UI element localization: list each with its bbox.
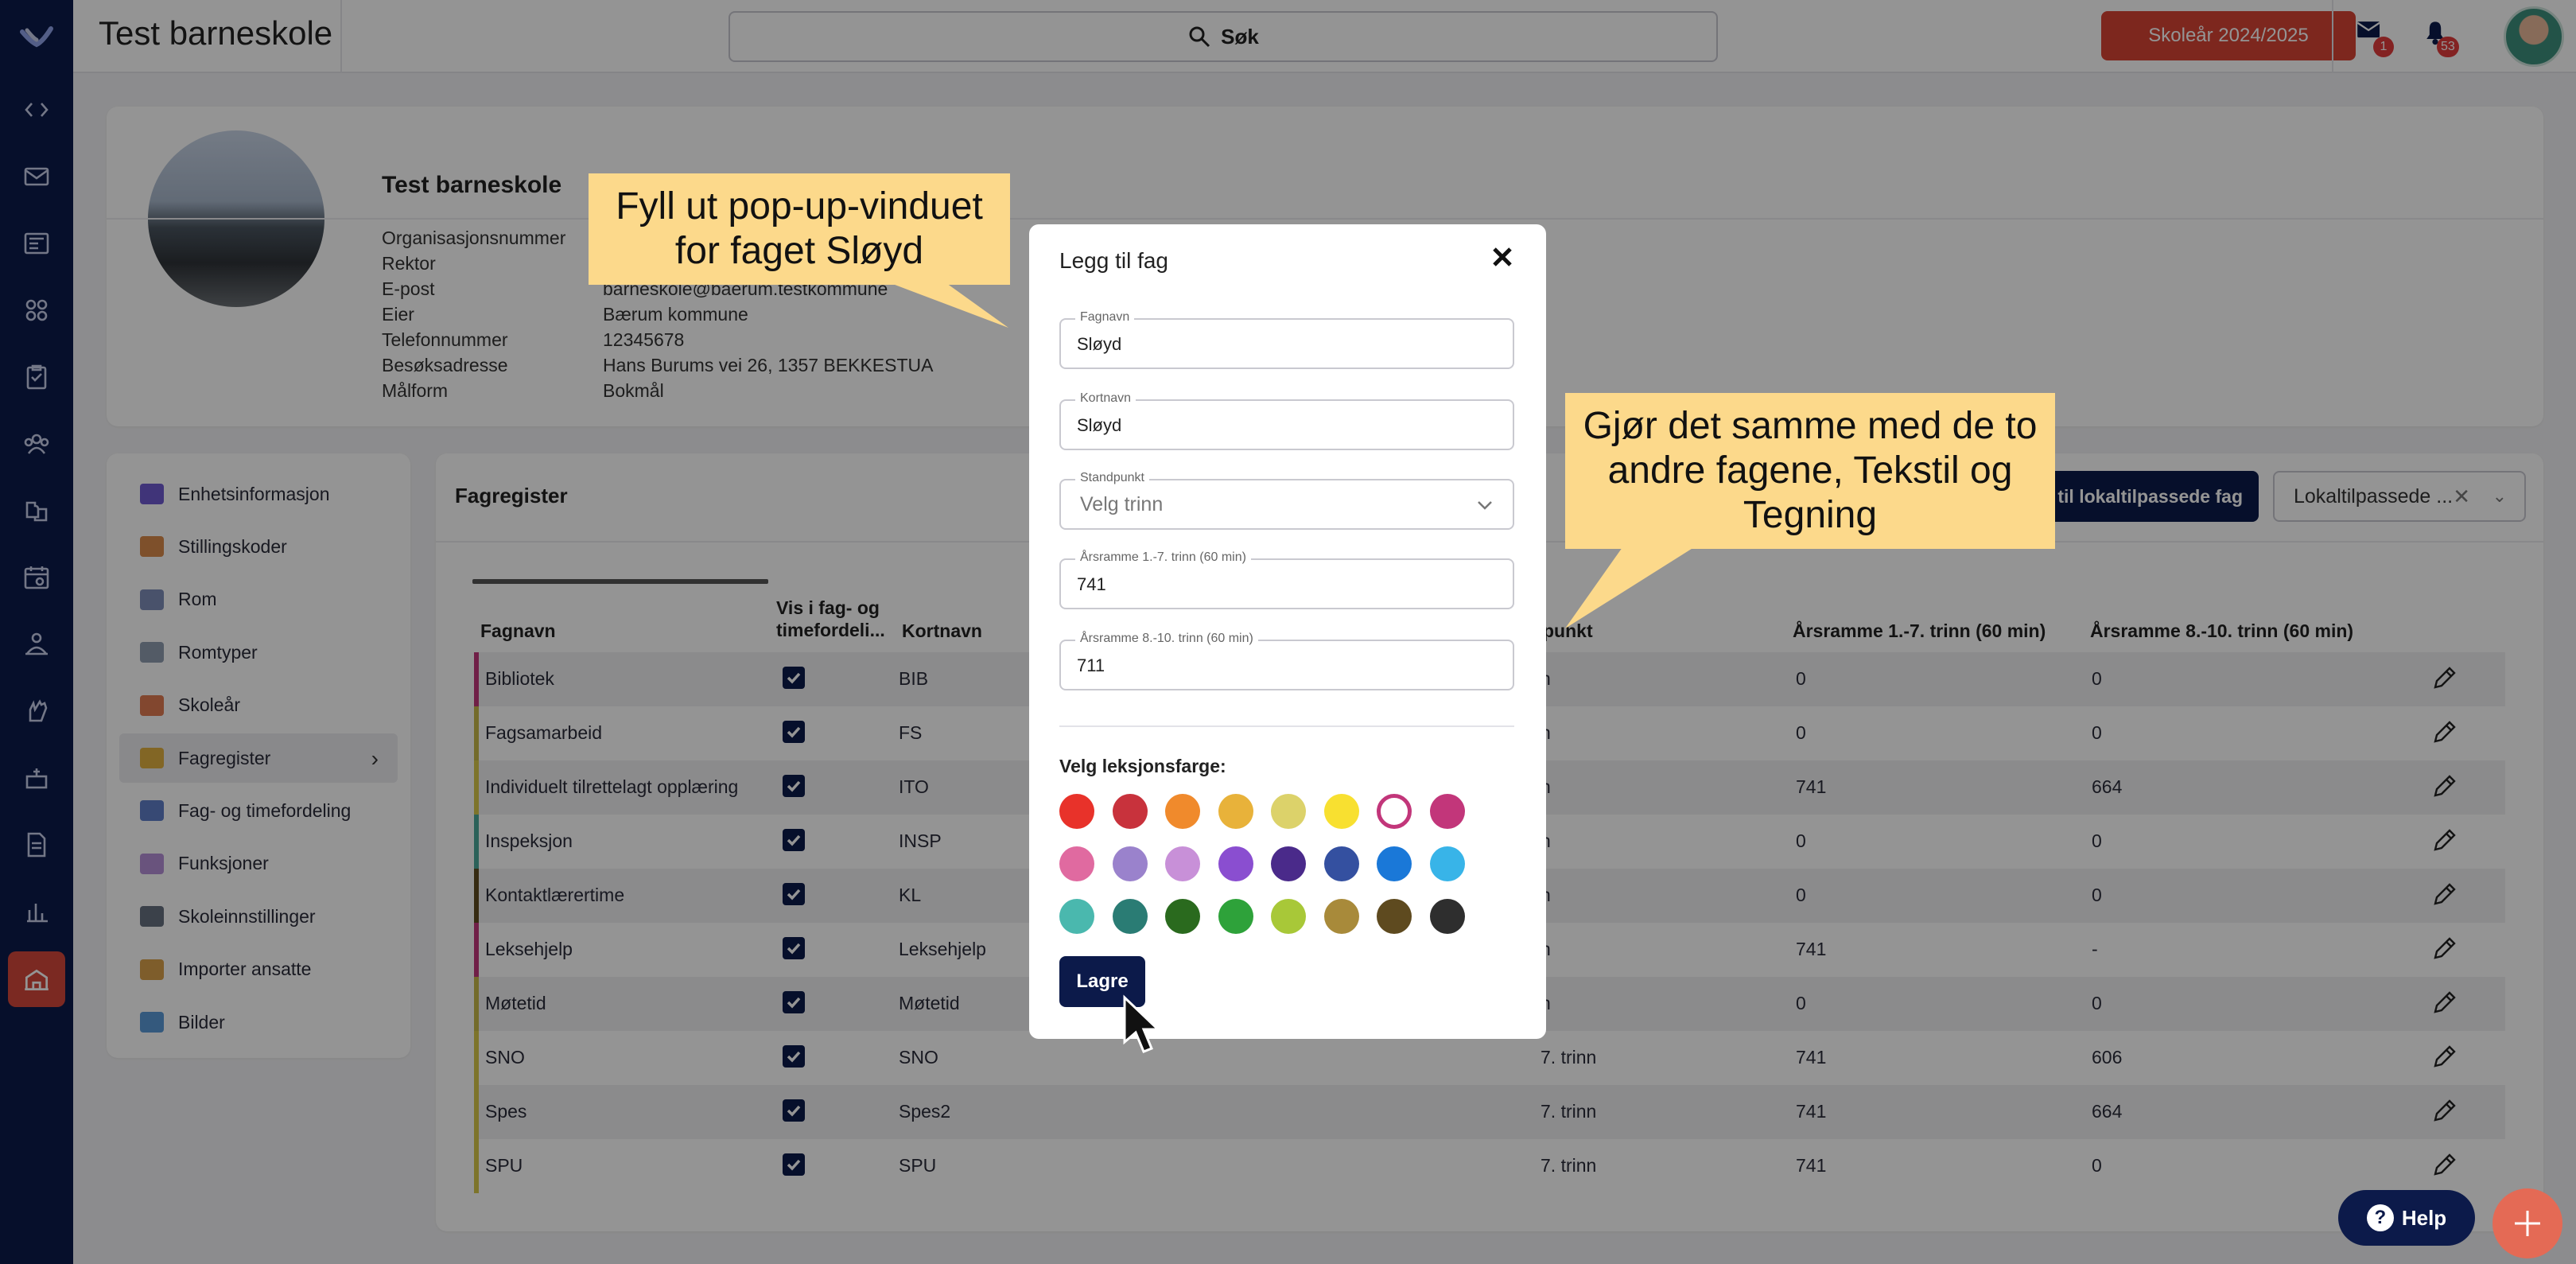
- color-swatch[interactable]: [1112, 794, 1148, 829]
- short-name-input[interactable]: [1077, 414, 1490, 438]
- help-label: Help: [2401, 1205, 2447, 1230]
- short-name-field[interactable]: Kortnavn: [1059, 391, 1514, 450]
- mouse-cursor-icon: [1123, 994, 1161, 1053]
- color-swatch[interactable]: [1218, 794, 1253, 829]
- color-swatch[interactable]: [1377, 846, 1412, 881]
- color-swatch[interactable]: [1218, 846, 1253, 881]
- color-swatch[interactable]: [1323, 846, 1359, 881]
- color-swatch[interactable]: [1165, 794, 1200, 829]
- close-button[interactable]: [1490, 245, 1519, 274]
- frame-8-10-field[interactable]: Årsramme 8.-10. trinn (60 min): [1059, 632, 1514, 690]
- color-swatch[interactable]: [1112, 846, 1148, 881]
- question-icon: ?: [2366, 1204, 2394, 1231]
- color-picker-label: Velg leksjonsfarge:: [1059, 756, 1226, 776]
- chevron-down-icon: [1478, 501, 1492, 510]
- color-swatch[interactable]: [1429, 899, 1465, 934]
- field-label: Årsramme 8.-10. trinn (60 min): [1075, 632, 1258, 646]
- color-swatch[interactable]: [1271, 794, 1306, 829]
- subject-name-field[interactable]: Fagnavn: [1059, 310, 1514, 369]
- color-swatch[interactable]: [1271, 899, 1306, 934]
- add-subject-dialog: Legg til fag Fagnavn Kortnavn Standpunkt…: [1029, 224, 1546, 1039]
- plus-icon: [2515, 1211, 2540, 1236]
- frame-1-7-input[interactable]: [1077, 573, 1490, 597]
- field-label: Standpunkt: [1075, 471, 1149, 485]
- field-label: Fagnavn: [1075, 310, 1135, 325]
- color-swatch[interactable]: [1218, 899, 1253, 934]
- color-swatch[interactable]: [1377, 899, 1412, 934]
- color-swatch[interactable]: [1059, 899, 1094, 934]
- color-swatch[interactable]: [1429, 846, 1465, 881]
- instruction-callout: Gjør det samme med de to andre fagene, T…: [1565, 393, 2055, 549]
- select-value: Velg trinn: [1080, 493, 1164, 515]
- color-swatch[interactable]: [1377, 794, 1412, 829]
- color-swatch[interactable]: [1112, 899, 1148, 934]
- divider: [1059, 725, 1514, 727]
- color-swatch[interactable]: [1429, 794, 1465, 829]
- field-label: Kortnavn: [1075, 391, 1136, 406]
- instruction-callout: Fyll ut pop-up-vinduet for faget Sløyd: [589, 173, 1010, 285]
- standpoint-select[interactable]: Standpunkt Velg trinn: [1059, 471, 1514, 530]
- subject-name-input[interactable]: [1077, 333, 1490, 356]
- color-swatch[interactable]: [1165, 846, 1200, 881]
- color-swatch[interactable]: [1323, 794, 1359, 829]
- field-label: Årsramme 1.-7. trinn (60 min): [1075, 550, 1251, 565]
- dialog-title: Legg til fag: [1059, 248, 1168, 273]
- frame-8-10-input[interactable]: [1077, 654, 1490, 678]
- add-button[interactable]: [2492, 1188, 2562, 1258]
- help-button[interactable]: ? Help: [2338, 1190, 2475, 1246]
- color-swatch[interactable]: [1323, 899, 1359, 934]
- color-swatch[interactable]: [1165, 899, 1200, 934]
- close-icon: [1493, 247, 1512, 266]
- color-swatch[interactable]: [1271, 846, 1306, 881]
- color-swatch[interactable]: [1059, 794, 1094, 829]
- frame-1-7-field[interactable]: Årsramme 1.-7. trinn (60 min): [1059, 550, 1514, 609]
- color-swatch[interactable]: [1059, 846, 1094, 881]
